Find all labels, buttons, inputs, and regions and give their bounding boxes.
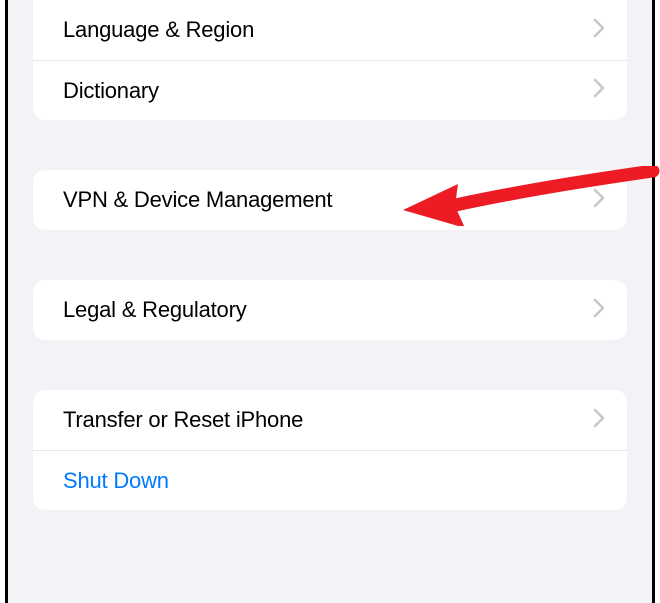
chevron-right-icon (593, 298, 605, 323)
settings-section: Transfer or Reset iPhone Shut Down (33, 390, 627, 510)
row-label: Dictionary (63, 78, 159, 104)
row-label: Legal & Regulatory (63, 297, 247, 323)
transfer-reset-iphone-row[interactable]: Transfer or Reset iPhone (33, 390, 627, 450)
section-gap (8, 120, 652, 170)
row-label: Shut Down (63, 468, 169, 494)
settings-screen: Language & Region Dictionary VPN & Devic… (5, 0, 655, 603)
section-gap (8, 340, 652, 390)
row-label: Language & Region (63, 17, 254, 43)
dictionary-row[interactable]: Dictionary (33, 60, 627, 120)
chevron-right-icon (593, 408, 605, 433)
language-region-row[interactable]: Language & Region (33, 0, 627, 60)
row-label: VPN & Device Management (63, 187, 332, 213)
settings-section: Legal & Regulatory (33, 280, 627, 340)
vpn-device-management-row[interactable]: VPN & Device Management (33, 170, 627, 230)
chevron-right-icon (593, 78, 605, 103)
legal-regulatory-row[interactable]: Legal & Regulatory (33, 280, 627, 340)
row-label: Transfer or Reset iPhone (63, 407, 303, 433)
shut-down-row[interactable]: Shut Down (33, 450, 627, 510)
section-gap (8, 230, 652, 280)
chevron-right-icon (593, 188, 605, 213)
settings-section: VPN & Device Management (33, 170, 627, 230)
settings-section: Language & Region Dictionary (33, 0, 627, 120)
chevron-right-icon (593, 18, 605, 43)
